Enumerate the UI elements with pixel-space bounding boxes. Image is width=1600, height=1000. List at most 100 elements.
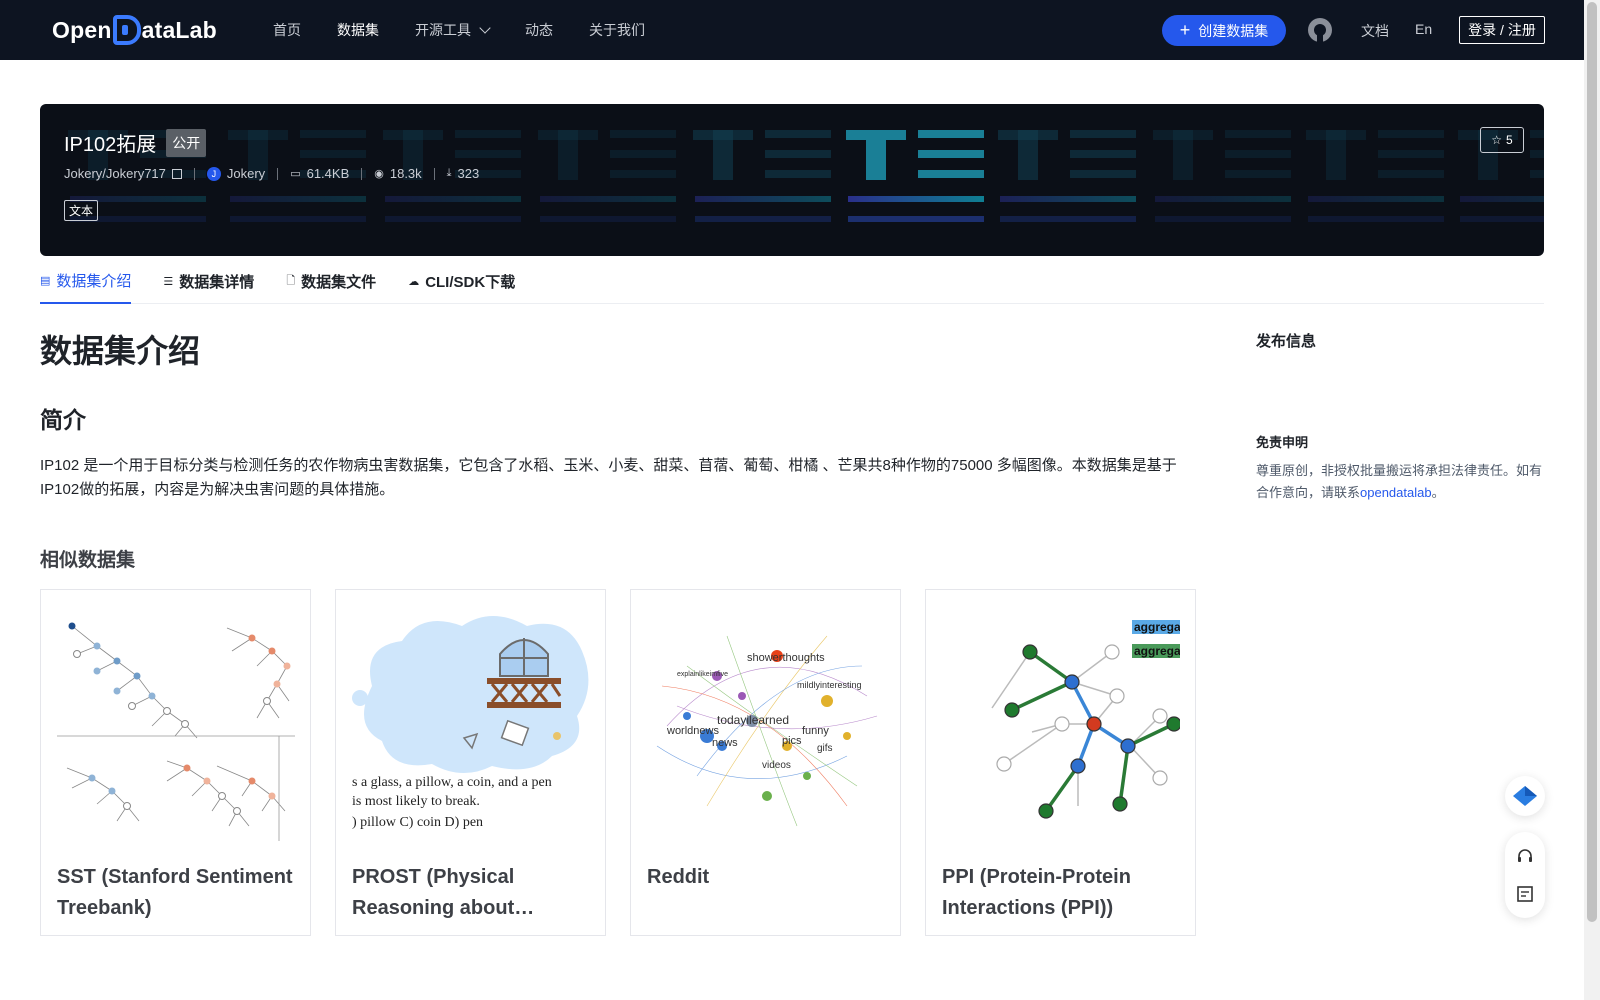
- dataset-size: 61.4KB: [306, 166, 350, 181]
- feedback-icon[interactable]: [1513, 882, 1537, 906]
- nav-news[interactable]: 动态: [525, 20, 553, 40]
- reddit-label: funny: [802, 725, 829, 737]
- opendatalab-logo[interactable]: Open ataLab: [52, 14, 217, 46]
- banner-motif: [765, 170, 831, 178]
- page-scrollbar[interactable]: [1584, 0, 1600, 1000]
- nav-opensource-tools[interactable]: 开源工具: [415, 20, 491, 40]
- banner-motif: [848, 216, 984, 222]
- sst-thumbnail: [57, 606, 295, 841]
- login-register-button[interactable]: 登录 / 注册: [1459, 16, 1545, 44]
- page-title: 数据集介绍: [40, 333, 201, 369]
- scrollbar-thumb[interactable]: [1587, 2, 1597, 922]
- dataset-title-row: IP102拓展 公开: [64, 128, 207, 157]
- dataset-meta: Jokery/Jokery717 J Jokery ▭ 61.4KB ◉ 18.…: [64, 166, 479, 181]
- nav-datasets[interactable]: 数据集: [337, 20, 379, 40]
- banner-motif: [1070, 150, 1136, 158]
- similar-dataset-card[interactable]: showerthoughts explainlikeimfive mildlyi…: [630, 589, 901, 936]
- database-icon: ▤: [40, 274, 51, 287]
- ppi-thumbnail: aggregat aggregat: [942, 606, 1180, 841]
- banner-motif: [1530, 170, 1544, 178]
- banner-motif: [866, 130, 886, 180]
- logo-text-open: Open: [52, 16, 112, 43]
- banner-motif: [1378, 130, 1444, 138]
- similar-dataset-card[interactable]: aggregat aggregat PPI (Protein-Protein I…: [925, 589, 1196, 936]
- banner-motif: [558, 130, 578, 180]
- reddit-thumbnail: showerthoughts explainlikeimfive mildlyi…: [647, 606, 885, 841]
- tab-details[interactable]: ☰ 数据集详情: [163, 258, 254, 304]
- intro-text: IP102 是一个用于目标分类与检测任务的农作物病虫害数据集，它包含了水稻、玉米…: [40, 457, 1177, 498]
- customer-service-icon[interactable]: [1513, 845, 1537, 869]
- repo-path[interactable]: Jokery/Jokery717: [64, 166, 166, 181]
- opendatalab-contact-link[interactable]: opendatalab: [1360, 485, 1432, 500]
- publish-info-heading: 发布信息: [1256, 333, 1317, 350]
- banner-motif: [230, 216, 366, 222]
- banner-motif: [1326, 130, 1346, 180]
- nav-docs[interactable]: 文档: [1361, 21, 1389, 41]
- intro-heading: 简介: [40, 407, 86, 433]
- tab-introduction-label: 数据集介绍: [56, 272, 132, 290]
- banner-motif: [918, 170, 984, 178]
- banner-motif: [1155, 196, 1291, 202]
- disclaimer-heading: 免责申明: [1256, 435, 1309, 450]
- star-button[interactable]: ☆ 5: [1480, 127, 1524, 153]
- file-icon: 🗋: [286, 274, 296, 287]
- banner-motif: [300, 130, 366, 138]
- ppi-graph-image: aggregat aggregat: [991, 620, 1180, 819]
- download-icon: ⤓: [446, 167, 452, 179]
- tab-files-label: 数据集文件: [301, 273, 377, 291]
- banner-motif: [1530, 130, 1544, 138]
- similar-dataset-card[interactable]: s a glass, a pillow, a coin, and a pen i…: [335, 589, 606, 936]
- diamond-logo-icon: [1513, 786, 1537, 806]
- nav-home[interactable]: 首页: [273, 20, 301, 40]
- floating-actions: [1505, 832, 1545, 918]
- banner-motif: [918, 130, 984, 138]
- visibility-badge: 公开: [166, 128, 207, 157]
- create-dataset-label: 创建数据集: [1198, 22, 1269, 39]
- tab-details-label: 数据集详情: [179, 273, 255, 291]
- github-icon[interactable]: [1308, 18, 1332, 42]
- similar-datasets-list: SST (Stanford Sentiment Treebank) s a gl…: [40, 589, 1196, 936]
- banner-motif: [230, 196, 366, 202]
- logo-text-datalab: ataLab: [141, 16, 217, 43]
- plus-icon: +: [1179, 19, 1191, 40]
- star-icon: ☆: [1491, 133, 1503, 147]
- banner-motif: [1070, 170, 1136, 178]
- banner-motif: [1173, 130, 1193, 180]
- similar-dataset-card[interactable]: SST (Stanford Sentiment Treebank): [40, 589, 311, 936]
- create-dataset-button[interactable]: + 创建数据集: [1162, 15, 1286, 46]
- tab-introduction[interactable]: ▤ 数据集介绍: [40, 258, 132, 304]
- reddit-label: mildlyinteresting: [797, 680, 862, 690]
- banner-motif: [1000, 216, 1136, 222]
- prost-cloud-image: s a glass, a pillow, a coin, and a pen i…: [352, 616, 589, 830]
- banner-motif: [1378, 150, 1444, 158]
- banner-motif: [1225, 130, 1291, 138]
- floating-app-button[interactable]: [1505, 776, 1545, 816]
- banner-motif: [1378, 170, 1444, 178]
- prost-caption-line2: is most likely to break.: [352, 794, 480, 809]
- tab-cli-sdk[interactable]: ☁ CLI/SDK下载: [408, 258, 515, 304]
- meta-divider: [433, 167, 435, 180]
- banner-motif: [1225, 150, 1291, 158]
- nav-opensource-tools-label: 开源工具: [415, 22, 471, 38]
- reddit-label: gifs: [817, 743, 833, 754]
- reddit-label: worldnews: [666, 725, 719, 737]
- copy-icon[interactable]: [171, 168, 182, 179]
- list-icon: ☰: [163, 275, 174, 288]
- banner-motif: [385, 196, 521, 202]
- banner-motif: [1018, 130, 1038, 180]
- meta-divider: [277, 167, 279, 180]
- author-name[interactable]: Jokery: [227, 166, 265, 181]
- meta-divider: [361, 167, 363, 180]
- banner-motif: [765, 130, 831, 138]
- nav-about[interactable]: 关于我们: [589, 20, 645, 40]
- tab-files[interactable]: 🗋 数据集文件: [286, 258, 376, 304]
- dataset-title: IP102拓展: [64, 134, 157, 156]
- similar-datasets-heading: 相似数据集: [40, 550, 136, 571]
- star-count: 5: [1506, 133, 1513, 147]
- dataset-tag[interactable]: 文本: [64, 200, 99, 221]
- banner-motif: [540, 196, 676, 202]
- language-switch[interactable]: En: [1415, 21, 1432, 37]
- banner-motif: [1308, 196, 1444, 202]
- banner-motif: [300, 150, 366, 158]
- banner-motif: [1460, 196, 1544, 202]
